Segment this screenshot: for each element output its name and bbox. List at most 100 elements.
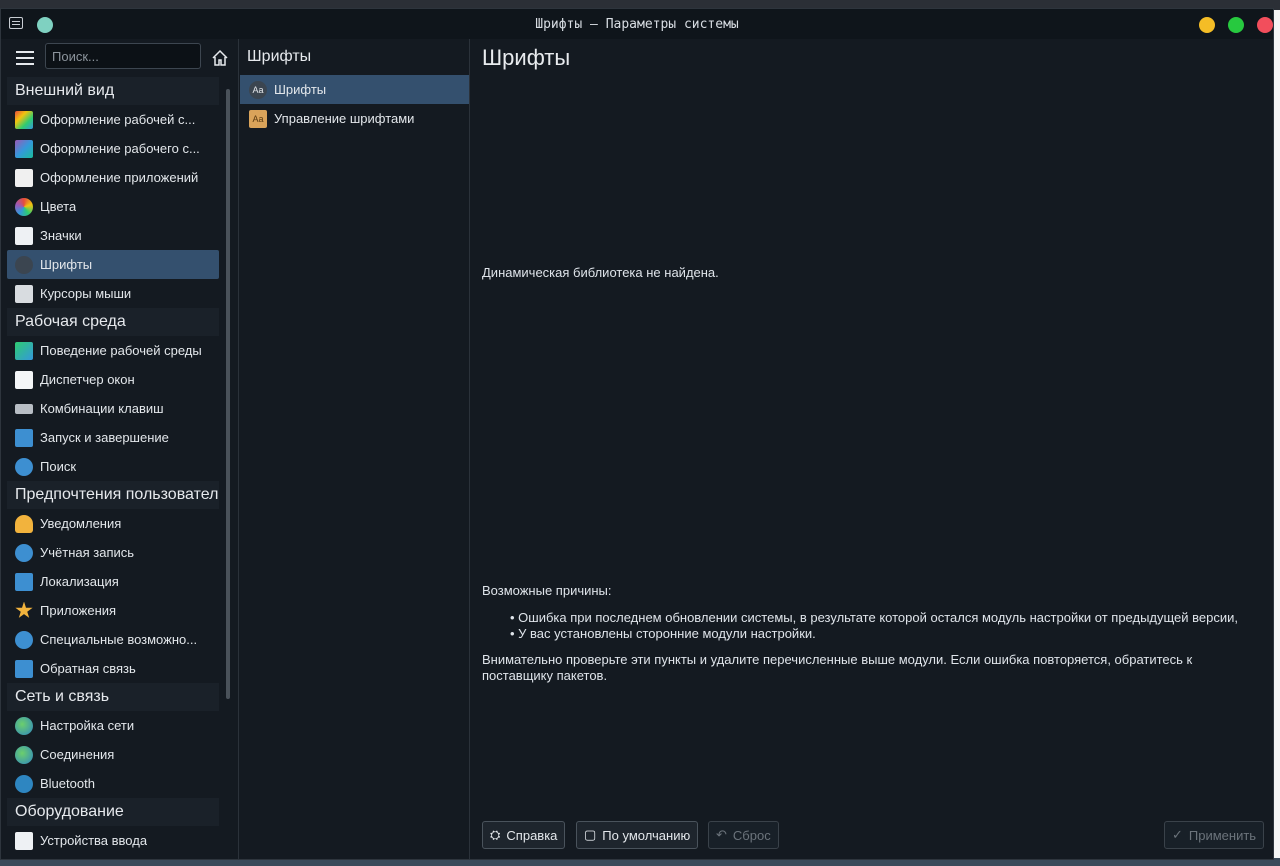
sidebar-item-label: Диспетчер окон <box>40 372 135 387</box>
sidebar-item[interactable]: Устройства ввода <box>7 826 219 855</box>
bluetooth-icon <box>15 774 33 793</box>
sidebar-item[interactable]: Локализация <box>7 567 219 596</box>
home-icon[interactable] <box>211 49 229 67</box>
sidebar-item-label: Специальные возможно... <box>40 632 198 647</box>
sidebar-item[interactable]: Учётная запись <box>7 538 219 567</box>
sidebar-item[interactable]: Обратная связь <box>7 654 219 683</box>
sidebar-item[interactable]: Значки <box>7 221 219 250</box>
sidebar-item[interactable]: Цвета <box>7 192 219 221</box>
minimize-button[interactable] <box>1199 17 1215 33</box>
font-management-icon: Aa <box>249 109 267 128</box>
sidebar-item[interactable]: Шрифты <box>7 250 219 279</box>
maximize-button[interactable] <box>1228 17 1244 33</box>
advice-text: Внимательно проверьте эти пункты и удали… <box>482 652 1193 683</box>
apply-button[interactable]: ✓ Применить <box>1164 821 1265 849</box>
sidebar-item[interactable]: Оформление рабочей с... <box>7 105 219 134</box>
sidebar-item-label: Поиск <box>40 459 77 474</box>
appearance-icon <box>15 110 33 129</box>
sidebar-category: Оборудование <box>7 798 219 826</box>
titlebar: Шрифты — Параметры системы <box>1 9 1273 39</box>
window-manager-icon <box>15 370 33 389</box>
reset-button[interactable]: ↶ Сброс <box>708 821 779 849</box>
sidebar-item[interactable]: Оформление рабочего с... <box>7 134 219 163</box>
footer-buttons: ⛭ Справка ▢ По умолчанию ↶ Сброс ✓ Применить <box>471 819 1273 851</box>
defaults-button[interactable]: ▢ По умолчанию <box>576 821 699 849</box>
sidebar-item[interactable]: Соединения <box>7 740 219 769</box>
sidebar-item-label: Обратная связь <box>40 661 136 676</box>
globe-icon <box>15 745 33 764</box>
hamburger-menu-icon[interactable] <box>16 51 34 65</box>
sidebar-item[interactable]: Уведомления <box>7 509 219 538</box>
fonts-icon <box>15 255 33 274</box>
sidebar-item[interactable]: Поведение рабочей среды <box>7 336 219 365</box>
apply-label: Применить <box>1188 827 1257 843</box>
startup-icon <box>15 428 33 447</box>
sidebar-category: Рабочая среда <box>7 308 219 336</box>
reasons-list: Ошибка при последнем обновлении системы,… <box>510 610 1242 642</box>
user-icon <box>15 543 33 562</box>
sidebar-scrollbar[interactable] <box>226 89 230 699</box>
sidebar-item-label: Локализация <box>40 574 119 589</box>
sidebar-item-label: Приложения <box>40 603 117 618</box>
sidebar-category: Сеть и связь <box>7 683 219 711</box>
reason-item: Ошибка при последнем обновлении системы,… <box>510 610 1242 626</box>
accessibility-icon <box>15 630 33 649</box>
search-input[interactable] <box>45 43 201 69</box>
globe-icon <box>15 716 33 735</box>
keyboard-icon <box>15 403 33 414</box>
sidebar-item-label: Шрифты <box>40 257 93 272</box>
reasons-block: Возможные причины: Ошибка при последнем … <box>482 583 1242 684</box>
module-item-fonts[interactable]: Aa Шрифты <box>240 75 469 104</box>
sidebar-item[interactable]: Поиск <box>7 452 219 481</box>
reasons-title: Возможные причины: <box>482 583 612 598</box>
defaults-label: По умолчанию <box>602 827 691 843</box>
error-message: Динамическая библиотека не найдена. <box>482 265 719 280</box>
sidebar-item-label: Bluetooth <box>40 776 95 791</box>
defaults-icon: ▢ <box>584 827 597 842</box>
sidebar-item-label: Оформление рабочего с... <box>40 141 200 156</box>
close-button[interactable] <box>1257 17 1273 33</box>
help-icon: ⛭ <box>490 827 501 842</box>
module-item-label: Шрифты <box>274 82 327 97</box>
module-list-title: Шрифты <box>247 48 312 65</box>
sidebar-item[interactable]: Настройка сети <box>7 711 219 740</box>
module-item-font-management[interactable]: Aa Управление шрифтами <box>240 104 469 133</box>
bell-icon <box>15 514 33 533</box>
sidebar-item[interactable]: Запуск и завершение <box>7 423 219 452</box>
sidebar-item[interactable]: Оформление приложений <box>7 163 219 192</box>
sidebar-item-label: Поведение рабочей среды <box>40 343 202 358</box>
sidebar-item-label: Значки <box>40 228 82 243</box>
app-style-icon <box>15 168 33 187</box>
input-devices-icon <box>15 831 33 850</box>
sidebar-item-label: Курсоры мыши <box>40 286 132 301</box>
star-icon <box>15 601 33 618</box>
settings-window: Шрифты — Параметры системы Внешний вид Оф… <box>0 8 1274 860</box>
desktop-theme-icon <box>15 139 33 158</box>
sidebar: Внешний вид Оформление рабочей с... Оформл… <box>1 39 239 859</box>
sidebar-category: Предпочтения пользовател <box>7 481 219 509</box>
help-label: Справка <box>506 827 558 843</box>
sidebar-item[interactable]: Специальные возможно... <box>7 625 219 654</box>
sidebar-item-label: Настройка сети <box>40 718 135 733</box>
locale-icon <box>15 572 33 591</box>
sidebar-item-label: Уведомления <box>40 516 122 531</box>
sidebar-item-label: Цвета <box>40 199 77 214</box>
sidebar-item[interactable]: Приложения <box>7 596 219 625</box>
fonts-icon: Aa <box>249 80 267 99</box>
module-list: Шрифты Aa Шрифты Aa Управление шрифтами <box>240 39 470 859</box>
module-item-label: Управление шрифтами <box>274 111 415 126</box>
sidebar-item-label: Запуск и завершение <box>40 430 169 445</box>
check-icon: ✓ <box>1172 827 1183 842</box>
sidebar-item[interactable]: Диспетчер окон <box>7 365 219 394</box>
sidebar-item-label: Комбинации клавиш <box>40 401 164 416</box>
undo-icon: ↶ <box>716 827 727 842</box>
sidebar-item-label: Оформление рабочей с... <box>40 112 196 127</box>
sidebar-item[interactable]: Bluetooth <box>7 769 219 798</box>
page-title: Шрифты <box>482 45 571 70</box>
sidebar-item[interactable]: Курсоры мыши <box>7 279 219 308</box>
help-button[interactable]: ⛭ Справка <box>482 821 566 849</box>
sidebar-item[interactable]: Комбинации клавиш <box>7 394 219 423</box>
sidebar-list: Внешний вид Оформление рабочей с... Оформл… <box>7 77 219 855</box>
icons-icon <box>15 226 33 245</box>
feedback-icon <box>15 659 33 678</box>
